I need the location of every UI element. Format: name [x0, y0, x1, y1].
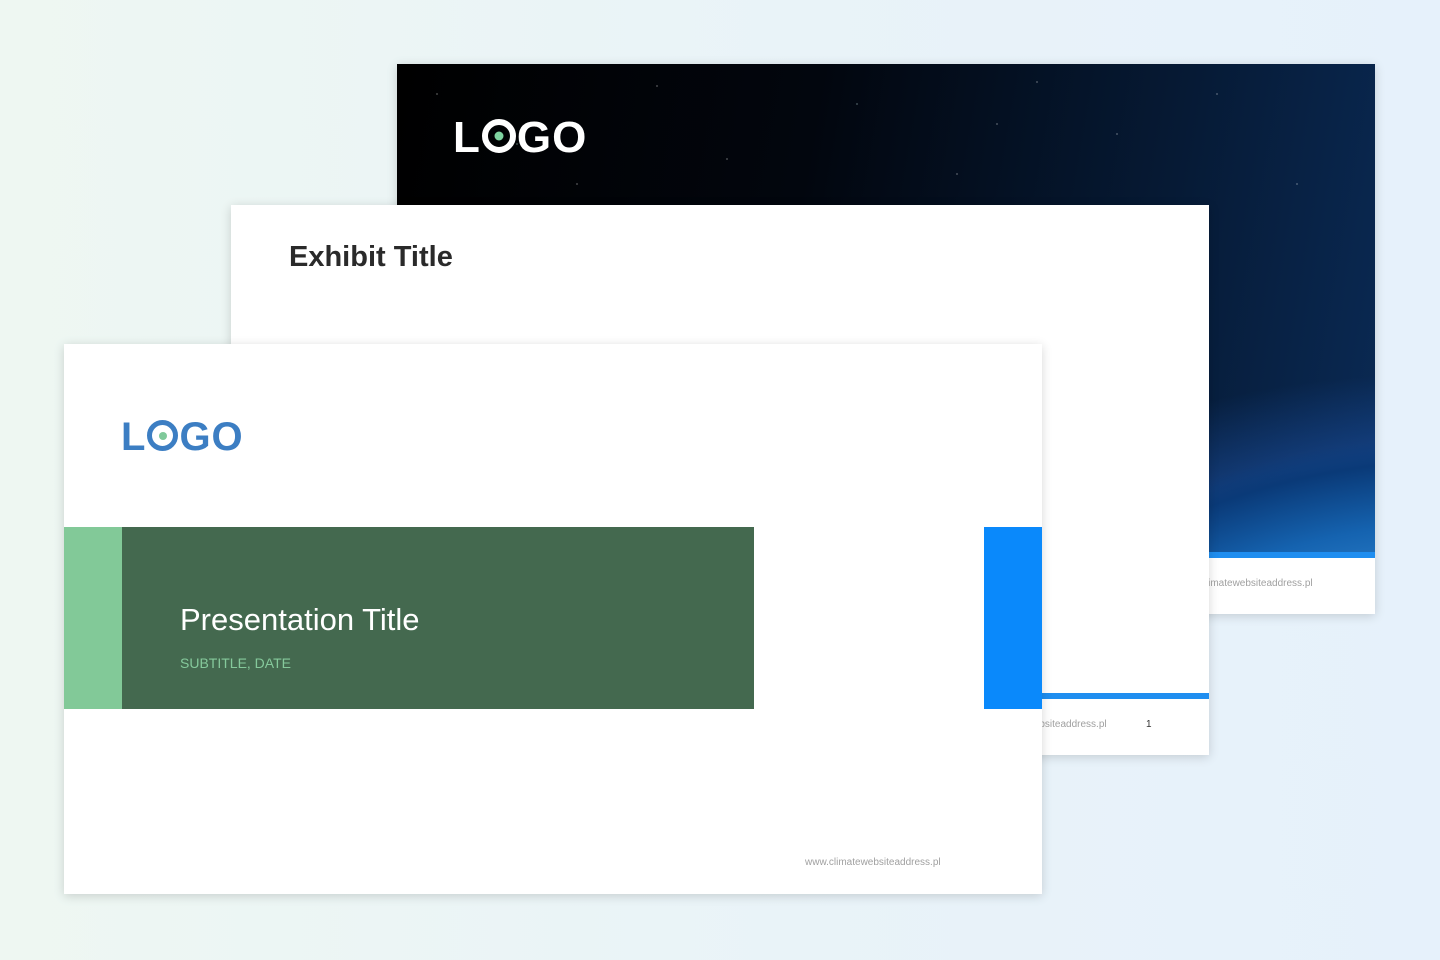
logo-blue: L GO — [121, 415, 244, 459]
title-band-accent — [64, 527, 122, 709]
logo-o-icon — [147, 420, 179, 451]
footer-url: www.climatewebsiteaddress.pl — [805, 857, 941, 868]
page-number: 1 — [1146, 719, 1152, 730]
presentation-subtitle: SUBTITLE, DATE — [180, 655, 291, 671]
logo-white: L GO — [453, 113, 588, 162]
slide-preview-title[interactable]: L GO Presentation Title SUBTITLE, DATE ww… — [64, 344, 1042, 894]
blue-accent-block — [984, 527, 1042, 709]
presentation-title: Presentation Title — [180, 602, 420, 637]
exhibit-title: Exhibit Title — [289, 241, 453, 273]
logo-o-icon — [481, 119, 516, 153]
